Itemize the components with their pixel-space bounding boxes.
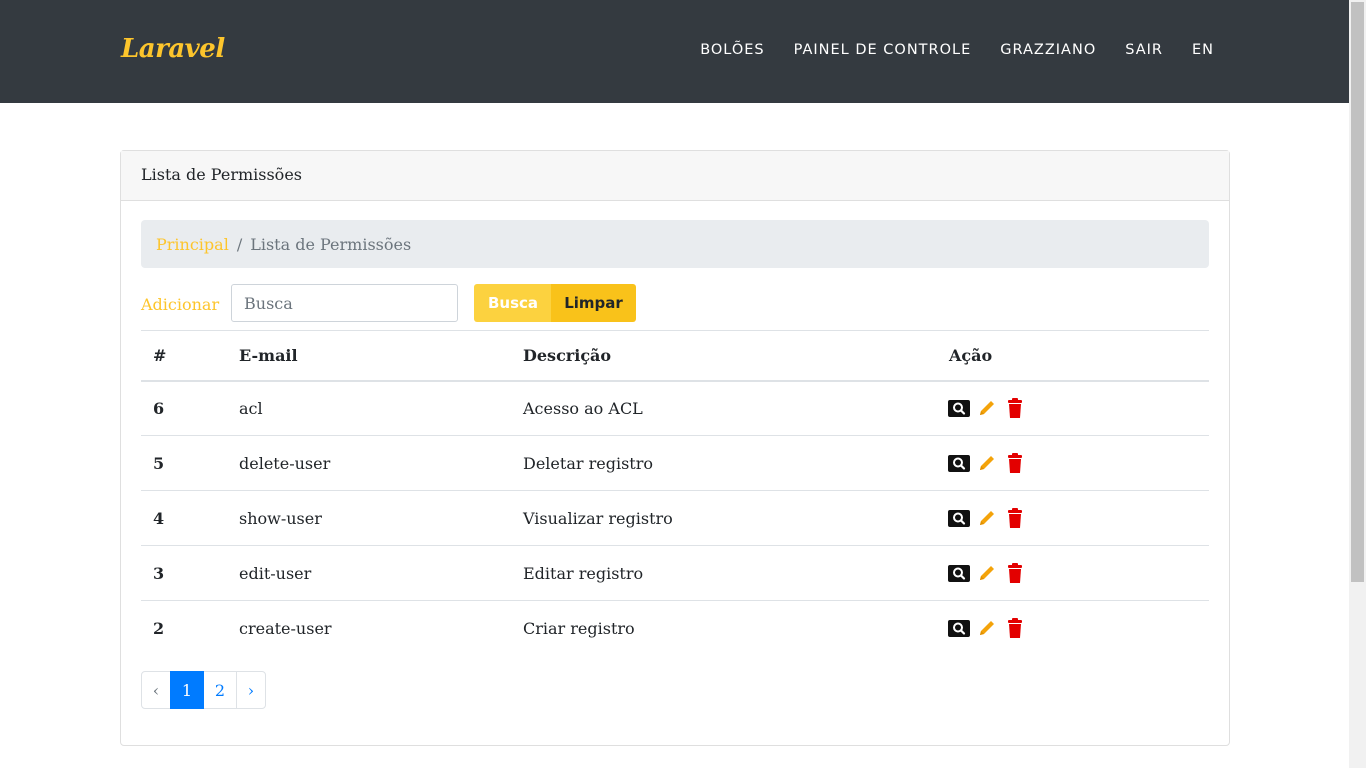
search-button[interactable]: Busca — [474, 284, 552, 322]
breadcrumb-current: Lista de Permissões — [250, 234, 412, 254]
pagination-page-1[interactable]: 1 — [170, 671, 204, 709]
pencil-icon — [977, 398, 997, 418]
row-actions — [948, 453, 1197, 473]
view-button[interactable] — [948, 563, 970, 583]
view-button[interactable] — [948, 618, 970, 638]
view-button[interactable] — [948, 398, 970, 418]
cell-email: delete-user — [227, 435, 511, 491]
cell-description: Editar registro — [511, 545, 937, 601]
pagination-next[interactable]: › — [236, 671, 266, 709]
cell-email: show-user — [227, 490, 511, 546]
nav-item-painel-de-controle[interactable]: PAINEL DE CONTROLE — [794, 42, 972, 58]
column-header-description[interactable]: Descrição — [511, 330, 937, 382]
cell-email: edit-user — [227, 545, 511, 601]
column-header-id[interactable]: # — [141, 330, 227, 382]
add-link[interactable]: Adicionar — [141, 295, 219, 314]
breadcrumb-home-link[interactable]: Principal — [156, 235, 229, 254]
nav-item-user[interactable]: GRAZZIANO — [1000, 42, 1096, 58]
cell-id: 2 — [153, 618, 165, 638]
row-actions — [948, 508, 1197, 528]
table-header-row: # E-mail Descrição Ação — [141, 330, 1209, 382]
delete-button[interactable] — [1005, 508, 1025, 528]
clear-button[interactable]: Limpar — [551, 284, 636, 322]
edit-button[interactable] — [977, 618, 997, 638]
pencil-icon — [977, 563, 997, 583]
search-icon — [948, 619, 970, 637]
nav-item-boloes[interactable]: BOLÕES — [700, 42, 764, 58]
search-icon — [948, 454, 970, 472]
search-icon — [948, 509, 970, 527]
trash-icon — [1007, 618, 1023, 639]
edit-button[interactable] — [977, 453, 997, 473]
table-row: 5 delete-user Deletar registro — [141, 435, 1209, 491]
cell-actions — [937, 380, 1209, 436]
toolbar: Adicionar Busca Limpar — [141, 284, 1209, 324]
row-actions — [948, 618, 1197, 639]
cell-id: 6 — [141, 380, 227, 436]
delete-button[interactable] — [1005, 618, 1025, 639]
pagination: ‹ 1 2 › — [141, 671, 266, 709]
cell-actions — [937, 435, 1209, 491]
pencil-icon — [977, 508, 997, 528]
cell-description: Acesso ao ACL — [511, 380, 937, 436]
pencil-icon — [977, 453, 997, 473]
row-actions — [948, 563, 1197, 583]
column-header-email[interactable]: E-mail — [227, 330, 511, 382]
cell-email: acl — [227, 380, 511, 436]
cell-actions — [937, 545, 1209, 601]
edit-button[interactable] — [977, 398, 997, 418]
edit-button[interactable] — [977, 508, 997, 528]
view-button[interactable] — [948, 508, 970, 528]
cell-description: Criar registro — [523, 618, 635, 638]
cell-id: 5 — [141, 435, 227, 491]
table-row: 4 show-user Visualizar registro — [141, 490, 1209, 546]
search-input[interactable] — [231, 284, 458, 322]
top-navbar: Laravel BOLÕES PAINEL DE CONTROLE GRAZZI… — [0, 0, 1349, 103]
delete-button[interactable] — [1005, 453, 1025, 473]
pencil-icon — [977, 618, 997, 638]
view-button[interactable] — [948, 453, 970, 473]
edit-button[interactable] — [977, 563, 997, 583]
trash-icon — [1007, 508, 1023, 528]
pagination-page-2[interactable]: 2 — [203, 671, 237, 709]
table-row: 6 acl Acesso ao ACL — [141, 380, 1209, 436]
search-icon — [948, 399, 970, 417]
delete-button[interactable] — [1005, 398, 1025, 419]
card-title: Lista de Permissões — [121, 151, 1229, 201]
scrollbar-thumb[interactable] — [1351, 2, 1364, 582]
breadcrumb-separator: / — [236, 234, 243, 254]
permissions-table: # E-mail Descrição Ação 6 acl Acesso ao AC… — [141, 330, 1209, 656]
trash-icon — [1007, 398, 1023, 419]
nav-item-language[interactable]: EN — [1192, 42, 1214, 58]
row-actions — [948, 398, 1197, 419]
table-row: 2 create-user Criar registro — [141, 601, 1209, 656]
permissions-card: Lista de Permissões Principal / Lista de… — [120, 150, 1230, 746]
page-scrollbar[interactable] — [1349, 0, 1366, 768]
brand-logo[interactable]: Laravel — [121, 34, 225, 64]
cell-description: Visualizar registro — [511, 490, 937, 546]
nav-menu: BOLÕES PAINEL DE CONTROLE GRAZZIANO SAIR… — [700, 42, 1214, 58]
table-row: 3 edit-user Editar registro — [141, 545, 1209, 601]
cell-email: create-user — [239, 618, 332, 638]
cell-id: 3 — [141, 545, 227, 601]
delete-button[interactable] — [1005, 563, 1025, 583]
cell-actions — [937, 490, 1209, 546]
nav-item-logout[interactable]: SAIR — [1125, 42, 1163, 58]
trash-icon — [1007, 453, 1023, 473]
breadcrumb: Principal / Lista de Permissões — [141, 220, 1209, 268]
cell-actions — [937, 601, 1209, 656]
pagination-prev[interactable]: ‹ — [141, 671, 171, 709]
search-icon — [948, 564, 970, 582]
trash-icon — [1007, 563, 1023, 583]
column-header-action: Ação — [937, 330, 1209, 382]
cell-description: Deletar registro — [511, 435, 937, 491]
cell-id: 4 — [141, 490, 227, 546]
